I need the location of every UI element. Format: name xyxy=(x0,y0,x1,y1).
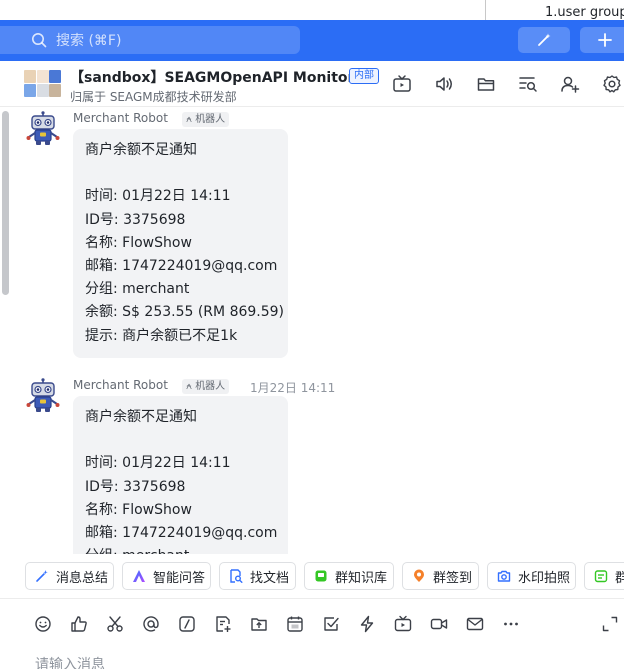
internal-badge: 内部 xyxy=(349,68,379,84)
doc-search-icon xyxy=(230,569,243,583)
message-line: 时间: 01月22日 14:11 xyxy=(85,188,231,205)
message-list[interactable]: Merchant Robot ⍲ 机器人 商户余额不足通知 时间: 01月22日… xyxy=(0,107,624,554)
message-line: 商户余额不足通知 xyxy=(85,142,197,158)
magic-wand-icon xyxy=(538,33,551,46)
settings-gear-icon[interactable] xyxy=(602,74,622,94)
search-placeholder: 搜索 (⌘F) xyxy=(56,33,122,49)
ai-magic-button[interactable] xyxy=(518,27,570,53)
quick-action-label: 群 xyxy=(615,570,624,586)
chat-title[interactable]: 【sandbox】SEAGMOpenAPI Monitor... xyxy=(70,67,368,87)
message-bubble[interactable]: 商户余额不足通知 时间: 01月22日 14:11 ID号: 3375698 名… xyxy=(73,129,288,358)
add-member-icon[interactable] xyxy=(560,74,580,94)
group-checkin-button[interactable]: 群签到 xyxy=(402,562,479,590)
message-line: 分组: merchant xyxy=(85,281,190,298)
title-bar: 搜索 (⌘F) xyxy=(0,20,624,61)
search-history-icon[interactable] xyxy=(518,74,538,94)
new-doc-icon[interactable] xyxy=(214,615,232,633)
quick-actions-bar: 消息总结 智能问答 找文档 群知识库 群签到 水印拍照 群 xyxy=(0,554,624,598)
robot-small-icon: ⍲ xyxy=(186,381,192,392)
bot-tag-label: 机器人 xyxy=(195,114,226,125)
message-line: 提示: 商户余额已不足1k xyxy=(85,327,238,344)
bot-tag-label: 机器人 xyxy=(195,381,226,392)
watermark-photo-button[interactable]: 水印拍照 xyxy=(487,562,576,590)
summarize-button[interactable]: 消息总结 xyxy=(25,562,114,590)
background-window-text: 1.user group xyxy=(545,5,624,20)
group-avatar[interactable] xyxy=(24,70,61,99)
speaker-icon[interactable] xyxy=(434,74,454,94)
message-line: 时间: 01月22日 14:11 xyxy=(85,455,231,472)
message-line: 分组: merchant xyxy=(85,545,276,554)
message-line: 邮箱: 1747224019@qq.com xyxy=(85,524,278,541)
knowledge-base-icon xyxy=(315,570,327,582)
find-docs-button[interactable]: 找文档 xyxy=(219,562,296,590)
robot-avatar[interactable] xyxy=(25,378,61,414)
robot-small-icon: ⍲ xyxy=(186,114,192,125)
group-calendar-button[interactable]: 群 xyxy=(584,562,624,590)
mail-icon[interactable] xyxy=(466,615,484,633)
calendar-event-icon[interactable] xyxy=(286,615,304,633)
message-time: 1月22日 14:11 xyxy=(250,381,336,395)
camera-icon xyxy=(497,570,511,582)
message-input[interactable]: 请输入消息 xyxy=(35,654,105,669)
bot-tag: ⍲ 机器人 xyxy=(182,112,230,127)
sender-name[interactable]: Merchant Robot xyxy=(73,378,168,392)
video-call-icon[interactable] xyxy=(430,615,448,633)
lightning-icon[interactable] xyxy=(358,615,376,633)
sparkle-icon xyxy=(36,570,48,582)
quick-action-label: 找文档 xyxy=(250,570,290,586)
chat-header: 【sandbox】SEAGMOpenAPI Monitor... 内部 归属于 … xyxy=(0,61,624,107)
plus-icon xyxy=(598,33,612,47)
app-window: 1.user group 搜索 (⌘F) 【sandbox】SEAGMOpenA… xyxy=(0,0,624,669)
checkin-pin-icon xyxy=(414,569,424,582)
message-line: ID号: 3375698 xyxy=(85,211,186,228)
live-tv-icon[interactable] xyxy=(392,74,412,94)
message-line: ID号: 3375698 xyxy=(85,478,186,495)
mention-at-icon[interactable] xyxy=(142,615,160,633)
quick-action-label: 消息总结 xyxy=(56,570,109,586)
task-check-icon[interactable] xyxy=(322,615,340,633)
background-window-divider xyxy=(485,0,486,20)
message-line: 名称: FlowShow xyxy=(85,501,192,518)
slash-command-icon[interactable] xyxy=(178,615,196,633)
bot-tag: ⍲ 机器人 xyxy=(182,379,230,394)
scissors-icon[interactable] xyxy=(106,615,124,633)
message-line: 余额: S$ 253.55 (RM 869.59) xyxy=(85,304,285,321)
create-button[interactable] xyxy=(580,27,624,53)
quick-action-label: 智能问答 xyxy=(153,570,206,586)
ai-a-icon xyxy=(133,570,145,582)
upload-folder-icon[interactable] xyxy=(250,615,268,633)
group-knowledge-base-button[interactable]: 群知识库 xyxy=(304,562,394,590)
search-box[interactable]: 搜索 (⌘F) xyxy=(0,26,300,54)
background-window: 1.user group xyxy=(0,0,624,20)
quick-action-label: 水印拍照 xyxy=(518,570,571,586)
more-options-icon[interactable] xyxy=(502,615,520,633)
message-line: 邮箱: 1747224019@qq.com xyxy=(85,257,278,274)
quick-action-label: 群签到 xyxy=(433,570,473,586)
smart-qa-button[interactable]: 智能问答 xyxy=(122,562,211,590)
message-composer: 请输入消息 xyxy=(0,598,624,669)
message-scrollbar[interactable] xyxy=(0,107,10,554)
folder-icon[interactable] xyxy=(476,74,496,94)
thumbs-up-icon[interactable] xyxy=(70,615,88,633)
quick-action-label: 群知识库 xyxy=(335,570,388,586)
message-bubble[interactable]: 商户余额不足通知 时间: 01月22日 14:11 ID号: 3375698 名… xyxy=(73,396,288,554)
live-stream-icon[interactable] xyxy=(394,615,412,633)
emoji-icon[interactable] xyxy=(34,615,52,633)
scrollbar-thumb[interactable] xyxy=(2,111,9,295)
message-line: 商户余额不足通知 xyxy=(85,409,197,425)
expand-icon[interactable] xyxy=(601,615,619,633)
message-line xyxy=(85,429,276,452)
message-line xyxy=(85,162,276,185)
sender-name[interactable]: Merchant Robot xyxy=(73,111,168,125)
search-icon xyxy=(32,33,47,48)
message-line: 名称: FlowShow xyxy=(85,234,192,251)
robot-avatar[interactable] xyxy=(25,111,61,147)
calendar-icon xyxy=(594,570,608,583)
chat-subtitle: 归属于 SEAGM成都技术研发部 xyxy=(70,90,237,104)
